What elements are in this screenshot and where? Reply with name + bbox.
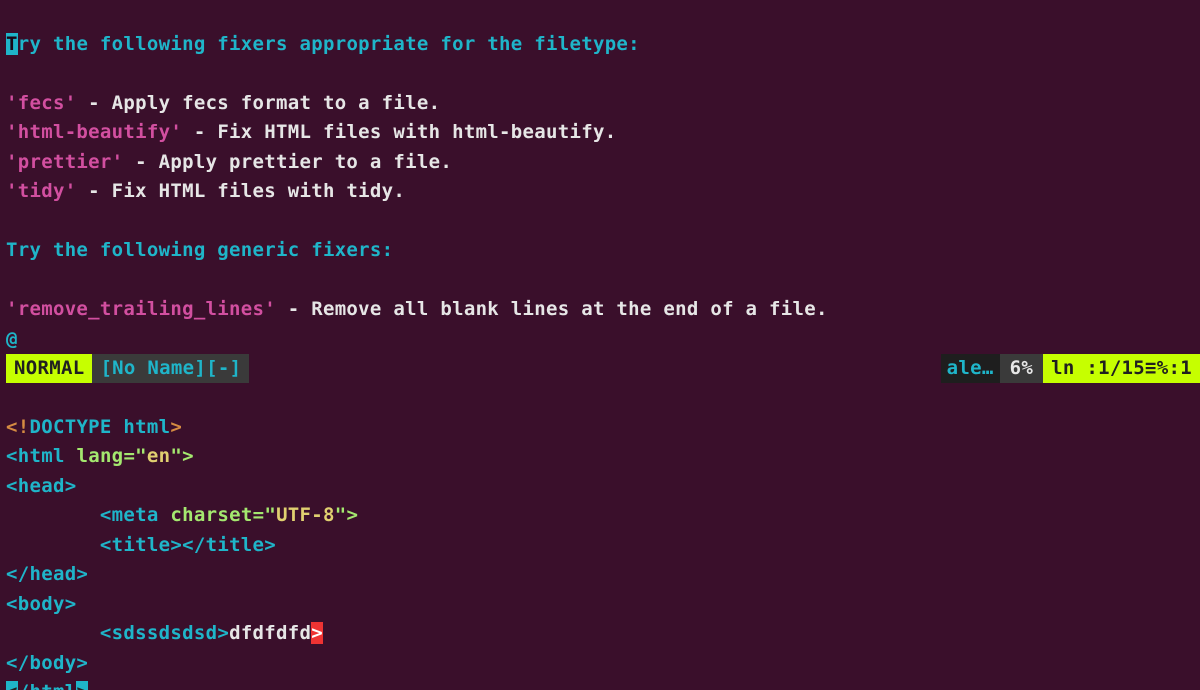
code-line: <head> xyxy=(6,475,76,497)
code-line: <meta charset="UTF-8"> xyxy=(6,504,358,526)
fixer-name: 'remove_trailing_lines' xyxy=(6,298,276,320)
code-line: <title></title> xyxy=(6,534,276,556)
code-line: <body> xyxy=(6,593,76,615)
code-editor-pane[interactable]: <!DOCTYPE html> <html lang="en"> <head> … xyxy=(0,383,1200,690)
position-indicator: ln :1/15≡%:1 xyxy=(1043,354,1200,384)
ale-suggest-pane: Try the following fixers appropriate for… xyxy=(0,0,1200,354)
error-highlight: > xyxy=(311,622,323,644)
percent-indicator: 6% xyxy=(1000,354,1043,384)
cursor: T xyxy=(6,33,18,55)
fixer-name: 'fecs' xyxy=(6,92,76,114)
fixer-desc: Apply prettier to a file. xyxy=(159,151,452,173)
code-line: </html> xyxy=(6,681,88,690)
statusline-top: NORMAL [No Name][-] ale… 6% ln :1/15≡%:1 xyxy=(0,354,1200,383)
fixer-desc: Remove all blank lines at the end of a f… xyxy=(311,298,828,320)
overflow-indicator: @ xyxy=(6,328,18,350)
mode-indicator: NORMAL xyxy=(6,354,92,384)
buffer-name: [No Name][-] xyxy=(92,354,249,384)
code-line: <html lang="en"> xyxy=(6,445,194,467)
fixer-desc: Fix HTML files with html-beautify. xyxy=(217,121,616,143)
code-line: <sdssdsdsd>dfdfdfd> xyxy=(6,622,323,644)
ale-generic-heading: Try the following generic fixers: xyxy=(6,239,393,261)
fixer-name: 'html-beautify' xyxy=(6,121,182,143)
cursor-line: < xyxy=(6,681,18,690)
code-line: </body> xyxy=(6,652,88,674)
fixer-desc: Fix HTML files with tidy. xyxy=(112,180,405,202)
code-line: </head> xyxy=(6,563,88,585)
ale-heading: ry the following fixers appropriate for … xyxy=(18,33,640,55)
code-line: <!DOCTYPE html> xyxy=(6,416,182,438)
ale-indicator: ale… xyxy=(941,354,1000,384)
fixer-name: 'prettier' xyxy=(6,151,123,173)
fixer-name: 'tidy' xyxy=(6,180,76,202)
fixer-desc: Apply fecs format to a file. xyxy=(112,92,441,114)
